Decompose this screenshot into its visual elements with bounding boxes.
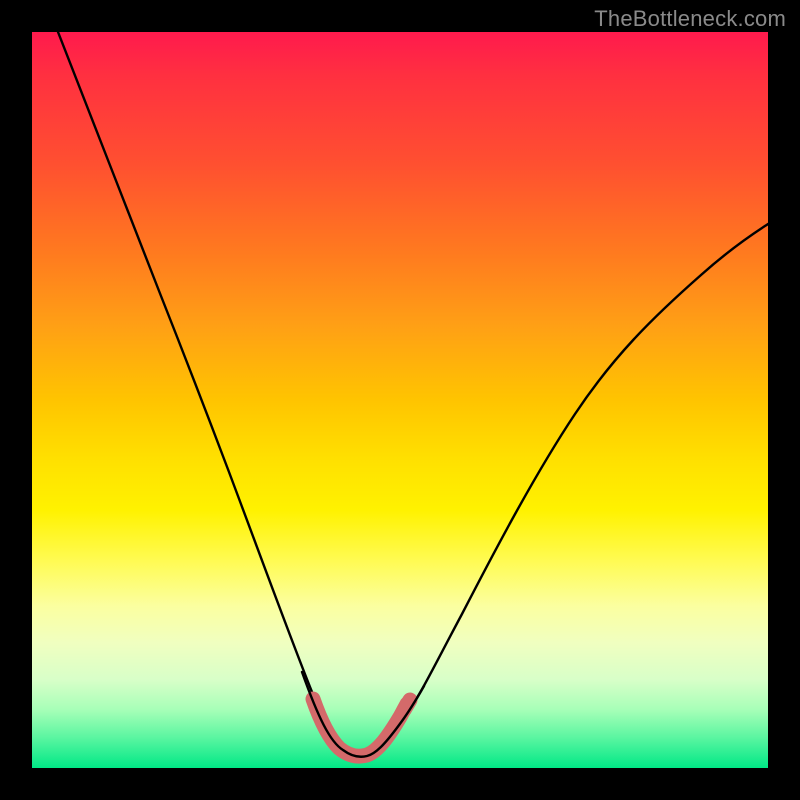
watermark-text: TheBottleneck.com bbox=[594, 6, 786, 32]
chart-curve-layer bbox=[32, 32, 768, 768]
bottom-highlight bbox=[313, 699, 407, 756]
chart-plot-area bbox=[32, 32, 768, 768]
chart-frame: TheBottleneck.com bbox=[0, 0, 800, 800]
bottleneck-curve bbox=[58, 32, 768, 757]
